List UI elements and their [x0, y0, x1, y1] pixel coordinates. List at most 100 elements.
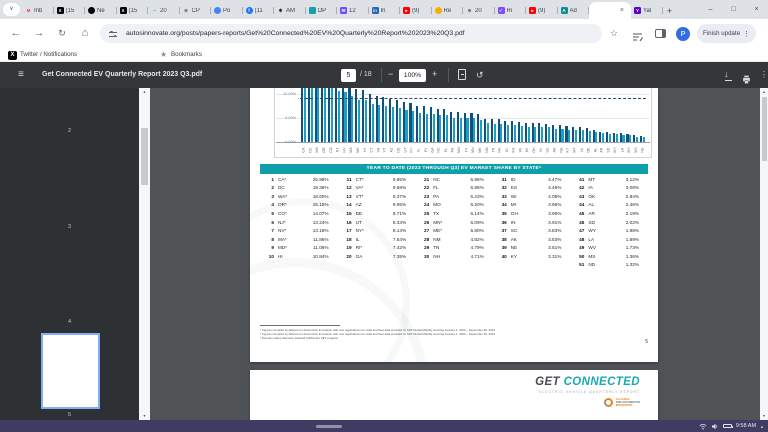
- maximize-button[interactable]: □: [722, 0, 745, 19]
- tab-finance-chart[interactable]: ~20: [148, 2, 180, 19]
- bar-ytd2023: [579, 127, 581, 142]
- document-scrollbar[interactable]: ▲ ▼: [760, 88, 768, 420]
- back-button[interactable]: ←: [8, 19, 24, 48]
- share-cell: 18.60%: [300, 194, 338, 199]
- tab-yahoo[interactable]: YYal: [631, 2, 663, 19]
- tab-news[interactable]: Ne: [85, 2, 117, 19]
- volume-icon[interactable]: [711, 417, 719, 432]
- pdf-more-options-icon[interactable]: ⋮: [760, 62, 768, 88]
- table-row-rank-21: 21NC6.96%: [415, 175, 493, 184]
- forward-button[interactable]: →: [31, 19, 47, 48]
- tab-globe[interactable]: ⊕CP: [180, 2, 212, 19]
- tab-youtube[interactable]: ▸(9): [526, 2, 558, 19]
- bar-group-wa: [314, 88, 321, 142]
- scrollbar-thumb[interactable]: [762, 97, 767, 161]
- state-cell: TX: [429, 211, 455, 216]
- tab-close-icon[interactable]: ×: [620, 2, 624, 19]
- profile-avatar[interactable]: P: [676, 27, 690, 41]
- hidden-icons-chevron[interactable]: ▲: [760, 424, 764, 429]
- fit-page-button[interactable]: [458, 69, 466, 80]
- pdf-menu-icon[interactable]: ≡: [18, 62, 24, 88]
- tab-star-burst[interactable]: ✱AM: [274, 2, 306, 19]
- reload-button[interactable]: ↻: [54, 19, 70, 48]
- table-row-rank-51: 51ND1.32%: [570, 260, 648, 269]
- site-settings-icon[interactable]: [109, 30, 117, 38]
- url-text[interactable]: autosinnovate.org/posts/papers-reports/G…: [126, 24, 465, 43]
- bar-companion: [385, 106, 387, 142]
- scroll-down-icon[interactable]: ▼: [760, 414, 768, 418]
- scrollbar-thumb[interactable]: [141, 128, 148, 185]
- rotate-button[interactable]: ↺: [476, 62, 484, 88]
- tab-active[interactable]: ×: [589, 2, 631, 19]
- tab-linkedin[interactable]: inIn: [369, 2, 401, 19]
- table-row-rank-50: 50MS1.36%: [570, 252, 648, 261]
- table-row-rank-9: 9MD*11.06%: [260, 243, 338, 252]
- zoom-level-input[interactable]: 100%: [399, 69, 426, 82]
- thumbnail-scrollbar[interactable]: ▲ ▼: [139, 88, 150, 420]
- share-cell: 11.06%: [300, 245, 338, 250]
- bar-companion: [412, 111, 414, 142]
- clock[interactable]: 9:58 AM: [736, 423, 756, 429]
- bar-companion: [561, 129, 563, 142]
- minimize-button[interactable]: –: [699, 0, 722, 19]
- table-row-rank-37: 37SC3.83%: [493, 226, 571, 235]
- state-cell: NJ*: [274, 220, 300, 225]
- tab-bulb[interactable]: Re: [432, 2, 464, 19]
- tab-youtube[interactable]: ▸(9): [400, 2, 432, 19]
- table-row-rank-33: 33WI4.08%: [493, 192, 571, 201]
- tab-title: Ri: [507, 8, 513, 14]
- bar-ytd2023: [443, 109, 445, 142]
- share-cell: 11.86%: [300, 237, 338, 242]
- taskbar-center-indicator[interactable]: [316, 425, 342, 428]
- battery-icon[interactable]: [723, 424, 732, 429]
- tab-x-twitter[interactable]: X(15: [117, 2, 149, 19]
- wifi-icon[interactable]: [699, 417, 707, 432]
- y-tick-label: 0.00%: [277, 140, 296, 144]
- bar-group-id: [503, 121, 510, 142]
- scroll-up-icon[interactable]: ▲: [139, 90, 150, 94]
- side-panel-icon[interactable]: [655, 29, 666, 38]
- menu-kebab-icon[interactable]: ⋮: [743, 30, 750, 38]
- rank-cell: 17: [338, 228, 352, 233]
- tab-facebook[interactable]: f(11: [243, 2, 275, 19]
- page-number-input[interactable]: 5: [341, 69, 356, 82]
- x-tick-ky: KY: [564, 143, 571, 156]
- home-button[interactable]: ⌂: [77, 19, 93, 48]
- window-close-button[interactable]: ×: [745, 0, 768, 19]
- tab-blue-app[interactable]: Po: [211, 2, 243, 19]
- tab-teal-app[interactable]: OP: [306, 2, 338, 19]
- scroll-up-icon[interactable]: ▲: [760, 90, 768, 94]
- tab-teal-a[interactable]: AAd: [558, 2, 590, 19]
- print-button[interactable]: [742, 71, 751, 89]
- share-cell: 3.51%: [533, 245, 571, 250]
- zoom-in-button[interactable]: +: [432, 62, 437, 88]
- bar-ytd2023: [626, 134, 628, 142]
- state-cell: WI: [507, 194, 533, 199]
- address-bar[interactable]: autosinnovate.org/posts/papers-reports/G…: [100, 24, 602, 43]
- thumbnail-page-5-selected[interactable]: [41, 333, 100, 409]
- tab-mail[interactable]: ✉12: [337, 2, 369, 19]
- scroll-down-icon[interactable]: ▼: [139, 414, 150, 418]
- bookmark-item-twitter[interactable]: Twitter / Notifications: [20, 48, 77, 62]
- reading-list-icon[interactable]: [633, 29, 643, 47]
- x-tick-il: IL: [415, 143, 422, 156]
- tab-globe[interactable]: ⊕20: [463, 2, 495, 19]
- new-tab-button[interactable]: +: [663, 6, 677, 16]
- tab-search-button[interactable]: ∨: [3, 3, 20, 16]
- bookmark-star-icon[interactable]: ☆: [610, 19, 618, 48]
- bookmark-item-bookmarks[interactable]: Bookmarks: [171, 48, 202, 62]
- download-button[interactable]: ↓: [724, 62, 729, 88]
- tab-check-app[interactable]: ✓Ri: [495, 2, 527, 19]
- bar-companion: [460, 118, 462, 142]
- share-cell: 7.42%: [378, 245, 416, 250]
- share-cell: 8.13%: [378, 228, 416, 233]
- bar-ytd2023: [355, 89, 357, 142]
- tab-gmail[interactable]: MInb: [22, 2, 54, 19]
- tab-x-twitter[interactable]: X(15: [54, 2, 86, 19]
- tabs-container: MInbX(15NeX(15~20⊕CPPof(11✱AMOP✉12inIn▸(…: [22, 2, 677, 19]
- bulb-favicon: [435, 7, 442, 14]
- zoom-out-button[interactable]: −: [388, 62, 393, 88]
- bar-ytd2023: [484, 119, 486, 142]
- update-browser-button[interactable]: Finish update ⋮: [697, 24, 756, 43]
- rank-cell: 35: [493, 211, 507, 216]
